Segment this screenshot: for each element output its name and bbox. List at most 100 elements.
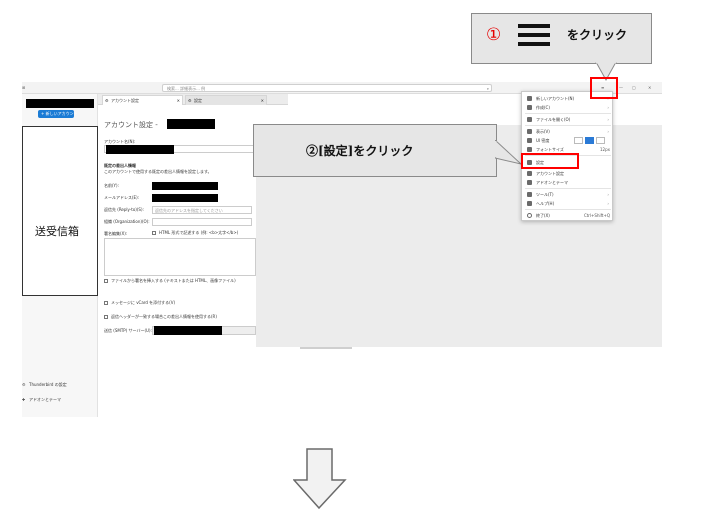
vcard-checkbox-label: メッセージに vCard を添付する(V)	[111, 300, 176, 305]
settings-tab-icon: ⚙	[188, 98, 192, 103]
reply-to-label: 返信先 (Reply-to)(S):	[104, 207, 144, 212]
menu-item-quit[interactable]: 終了(X) Ctrl+Shift+Q	[522, 211, 614, 220]
menu-item-label: ヘルプ(H)	[536, 201, 555, 206]
smtp-label: 送信 (SMTP) サーバー(U):	[104, 328, 152, 333]
signature-label: 署名編集(X):	[104, 231, 128, 236]
tab-account-settings[interactable]: ⚙ アカウント設定 ✕	[102, 95, 183, 105]
menu-separator	[525, 125, 611, 126]
name-field-redacted[interactable]	[152, 182, 218, 190]
inbox-label: 送受信箱	[35, 225, 79, 238]
inbox-panel[interactable]: 送受信箱	[22, 126, 98, 296]
tab-settings[interactable]: ⚙ 設定 ✕	[185, 95, 267, 105]
menu-item-label: ツール(T)	[536, 192, 554, 197]
organization-field[interactable]	[152, 218, 252, 226]
down-arrow-icon	[293, 448, 347, 510]
eye-icon	[527, 129, 532, 134]
help-icon	[527, 201, 532, 206]
menu-item-view[interactable]: 表示(V) ›	[522, 127, 614, 136]
hamburger-icon	[518, 23, 550, 47]
highlight-settings-item	[521, 153, 579, 169]
density-touch-button[interactable]	[596, 137, 605, 144]
search-placeholder: 検索... 詳細表示... 例	[167, 86, 206, 91]
tab-label: アカウント設定	[111, 98, 139, 103]
puzzle-icon: ✚	[22, 397, 26, 402]
gear-icon: ⚙	[22, 382, 26, 387]
puzzle-icon	[527, 180, 532, 185]
chevron-right-icon: ›	[607, 117, 609, 122]
menu-item-label: 作成(C)	[536, 105, 550, 110]
menu-item-account-settings[interactable]: アカウント設定	[522, 169, 614, 178]
menu-item-label: UI 密度	[536, 138, 550, 143]
tab-bar: ⚙ アカウント設定 ✕ ⚙ 設定 ✕	[98, 94, 288, 105]
attach-signature-label: ファイルから署名を挿入する (テキストまたは HTML、画像ファイル)	[111, 278, 236, 283]
redacted-smtp	[154, 326, 222, 335]
quit-shortcut: Ctrl+Shift+Q	[583, 213, 610, 218]
html-checkbox[interactable]	[152, 231, 156, 235]
maximize-icon[interactable]: ▢	[632, 85, 636, 90]
font-size-value: 12px	[600, 147, 610, 152]
tab-close-icon[interactable]: ✕	[261, 98, 264, 103]
redacted-account-name	[106, 145, 174, 154]
menu-item-label: 新しいアカウント(N)	[536, 96, 575, 101]
density-icon	[527, 138, 532, 143]
account-name-label: アカウント名(N):	[104, 139, 136, 144]
density-compact-button[interactable]	[574, 137, 583, 144]
new-account-label: + 新しいアカウント	[41, 111, 78, 116]
attach-signature-checkbox[interactable]	[104, 279, 108, 283]
menu-item-label: アドオンとテーマ	[536, 180, 568, 185]
menu-item-open-file[interactable]: ファイルを開く(O) ›	[522, 115, 614, 124]
identity-heading: 既定の差出人情報	[104, 163, 136, 168]
power-icon	[527, 213, 532, 218]
menu-separator	[525, 113, 611, 114]
sidebar-addons-link[interactable]: アドオンとテーマ	[29, 397, 61, 402]
tab-close-icon[interactable]: ✕	[177, 98, 180, 103]
menu-separator	[525, 188, 611, 189]
plus-icon	[527, 105, 532, 110]
density-normal-button[interactable]	[585, 137, 594, 144]
close-icon[interactable]: ✕	[648, 85, 651, 90]
file-icon	[527, 117, 532, 122]
menu-item-density: UI 密度	[522, 136, 614, 145]
chevron-right-icon: ›	[607, 192, 609, 197]
name-label: 名前(Y):	[104, 183, 119, 188]
menu-item-help[interactable]: ヘルプ(H) ›	[522, 199, 614, 208]
callout-menu-instruction: ① をクリック	[471, 13, 652, 64]
minimize-icon[interactable]: —	[619, 85, 623, 90]
app-icon: ⊞	[22, 85, 26, 90]
menu-item-compose[interactable]: 作成(C) ›	[522, 103, 614, 112]
organization-label: 組織 (Organization)(O):	[104, 219, 150, 224]
reply-match-label: 返信ヘッダーが一致する場合この差出人情報を使用する(R)	[111, 314, 217, 319]
sidebar: + 新しいアカウント 送受信箱 ⚙ Thunderbird の設定 ✚ アドオン…	[22, 94, 98, 417]
vcard-checkbox[interactable]	[104, 301, 108, 305]
menu-item-label: 表示(V)	[536, 129, 550, 134]
account-settings-icon	[527, 171, 532, 176]
page-title: アカウント設定 -	[104, 121, 158, 129]
chevron-right-icon: ›	[607, 129, 609, 134]
sidebar-settings-link[interactable]: Thunderbird の設定	[29, 382, 67, 387]
hamburger-icon[interactable]: ≡	[601, 85, 604, 90]
redacted-heading	[167, 119, 215, 129]
new-account-icon	[527, 96, 532, 101]
font-size-icon	[527, 147, 532, 152]
html-checkbox-label: HTML 形式で記述する (例: <b>太字</b>)	[159, 230, 239, 235]
signature-textarea[interactable]	[104, 238, 256, 276]
reply-match-checkbox[interactable]	[104, 315, 108, 319]
menu-item-tools[interactable]: ツール(T) ›	[522, 190, 614, 199]
menu-item-addons[interactable]: アドオンとテーマ	[522, 178, 614, 187]
chevron-right-icon: ›	[607, 105, 609, 110]
menu-item-label: アカウント設定	[536, 171, 564, 176]
reply-to-placeholder: 返信先のアドレスを指定してください	[155, 208, 223, 213]
scroll-indicator	[300, 347, 352, 349]
callout-text-1: をクリック	[567, 28, 628, 42]
callout-settings-instruction: ②[設定]をクリック	[253, 124, 497, 177]
identity-note: このアカウントで使用する既定の差出人情報を設定します。	[104, 169, 212, 174]
chevron-right-icon: ›	[607, 201, 609, 206]
menu-item-label: ファイルを開く(O)	[536, 117, 571, 122]
tab-label: 設定	[194, 98, 202, 103]
new-account-button[interactable]: + 新しいアカウント	[38, 110, 78, 118]
email-field-redacted[interactable]	[152, 194, 218, 202]
menu-separator	[525, 209, 611, 210]
search-input[interactable]: 検索... 詳細表示... 例 ⌕	[162, 84, 492, 92]
reply-to-field[interactable]: 返信先のアドレスを指定してください	[152, 206, 252, 214]
redacted-account	[26, 99, 94, 108]
